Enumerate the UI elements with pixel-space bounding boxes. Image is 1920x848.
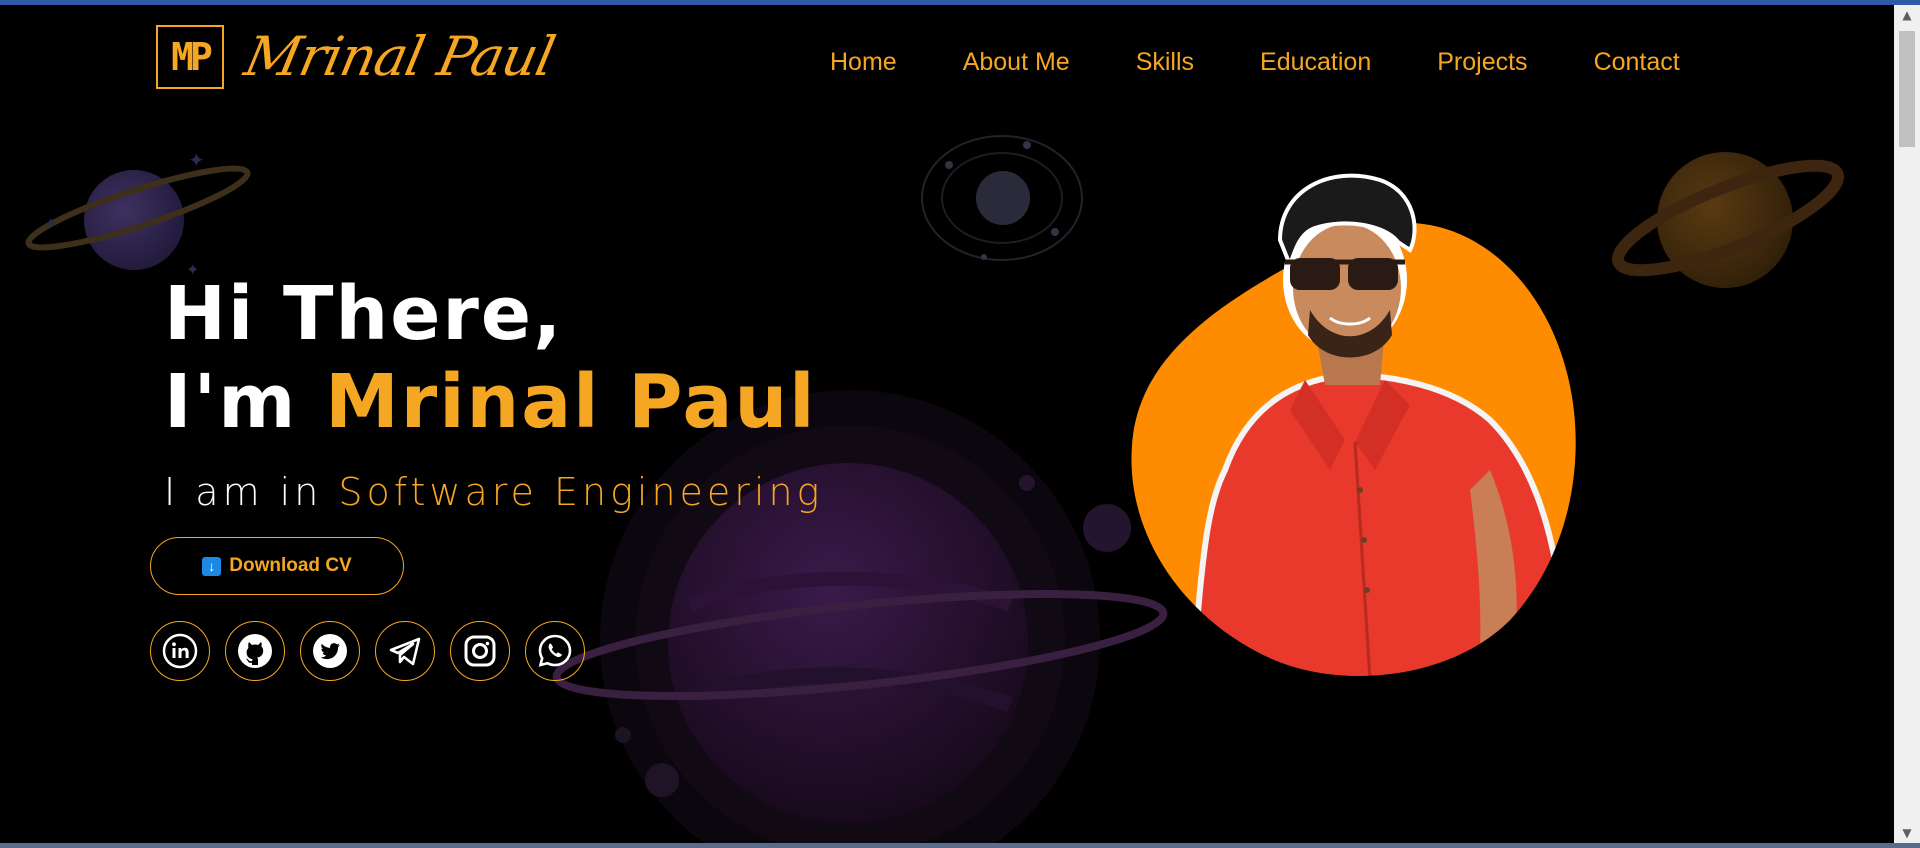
hero-intro-prefix: I'm [164,359,298,445]
download-cv-button[interactable]: ↓ Download CV [150,537,404,595]
logo-monogram: MP [156,25,224,89]
twitter-icon [313,634,347,668]
nav-contact[interactable]: Contact [1594,48,1680,77]
big-planet-halo [600,390,1100,843]
social-links [150,621,585,681]
scroll-down-arrow-icon[interactable]: ▼ [1894,823,1920,843]
instagram-icon [464,635,496,667]
hero-intro-line: I'm Mrinal Paul [164,358,817,446]
github-icon [238,634,272,668]
orbit-dot-1 [945,161,953,169]
subtitle-role: Software Engineering [338,470,824,514]
moon-4 [615,727,631,743]
orbit-dot-2 [1023,141,1031,149]
big-planet-band [687,571,1013,612]
page: ✦ ✦ ✦ MP Mrinal Paul Home About Me Skill… [0,5,1894,843]
vertical-scrollbar[interactable]: ▲ ▼ [1894,5,1920,843]
linkedin-icon [162,633,198,669]
big-planet-band-2 [697,667,1013,713]
hero-subtitle: I am in Software Engineering [164,470,823,514]
browser-bottom-border [0,843,1920,848]
orbit-planet [976,171,1030,225]
site-logo[interactable]: MP Mrinal Paul [156,25,560,89]
hero-heading: Hi There, I'm Mrinal Paul [164,270,817,446]
orbit-outer [921,135,1083,261]
moon-2 [1019,475,1035,491]
hero-greeting: Hi There, [164,271,564,357]
logo-script-name: Mrinal Paul [239,25,560,88]
nav-education[interactable]: Education [1260,48,1371,77]
orbit-dot-4 [981,254,987,260]
left-planet-ring [25,165,251,251]
download-arrow-icon: ↓ [202,556,222,576]
scroll-thumb[interactable] [1899,31,1915,147]
big-planet [668,463,1028,823]
linkedin-link[interactable] [150,621,210,681]
nav-projects[interactable]: Projects [1437,48,1527,77]
svg-text:✦: ✦ [188,148,205,172]
main-nav: Home About Me Skills Education Projects … [830,48,1680,77]
telegram-link[interactable] [375,621,435,681]
svg-text:✦: ✦ [44,214,57,233]
github-link[interactable] [225,621,285,681]
telegram-icon [389,637,421,666]
moon-1 [1083,504,1131,552]
orbit-dot-3 [1051,228,1059,236]
twitter-link[interactable] [300,621,360,681]
whatsapp-icon [538,634,572,667]
nav-about-me[interactable]: About Me [963,48,1070,77]
big-planet-ring [552,590,1168,700]
download-cv-label: Download CV [229,555,352,576]
nav-home[interactable]: Home [830,48,897,77]
instagram-link[interactable] [450,621,510,681]
profile-portrait [1131,173,1576,676]
nav-skills[interactable]: Skills [1136,48,1194,77]
scroll-up-arrow-icon[interactable]: ▲ [1894,5,1920,25]
hero-name: Mrinal Paul [325,359,817,445]
orbit-inner [941,152,1063,244]
whatsapp-link[interactable] [525,621,585,681]
subtitle-prefix: I am in [164,470,323,514]
right-planet [1657,152,1793,288]
right-planet-ring [1612,159,1844,277]
moon-3 [645,763,679,797]
left-planet [84,170,184,270]
